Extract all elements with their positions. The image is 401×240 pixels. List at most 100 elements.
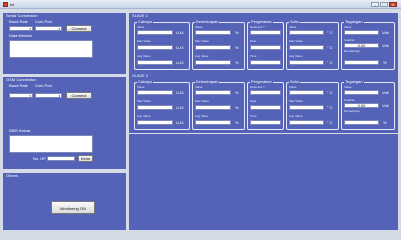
slave-1-cahaya-group: Cahaya Value LUX Max Value LUX Avg Value… xyxy=(134,19,190,70)
chevron-down-icon: ▾ xyxy=(29,27,31,31)
chevron-down-icon: ▾ xyxy=(29,94,31,98)
slave-1-date-label: Date xyxy=(250,39,257,43)
slave-1-kuadrat-label: Kuadrat xyxy=(344,38,355,42)
sms-out-textarea[interactable] xyxy=(9,135,93,153)
slave-2-detected-field xyxy=(250,90,281,95)
slave-2-remaining-unit: % xyxy=(383,120,387,125)
window-title: txt xyxy=(10,2,15,7)
slave-1-suhu-avg-label: Avg Value xyxy=(289,54,303,58)
slave-2-pergerakan-title: Pergerakan xyxy=(250,79,273,84)
slave-2-cahaya-title: Cahaya xyxy=(137,79,153,84)
gsm-com-select[interactable]: ▾ xyxy=(35,93,62,98)
slave-1-tegangan-value-label: Value xyxy=(344,25,352,29)
slave-2-kelembapan-max-field xyxy=(195,105,231,110)
slave-1-suhu-max-label: Max Value xyxy=(289,39,303,43)
slave-2-suhu-title: Suhu xyxy=(289,79,301,84)
slave-2-kelembapan-max-unit: % xyxy=(235,105,239,110)
slave-1-tegangan-volt-unit: Volt xyxy=(382,30,389,35)
chevron-down-icon: ▾ xyxy=(58,27,60,31)
slave-1-cahaya-value-label: Value xyxy=(137,25,145,29)
raw-data-textarea[interactable] xyxy=(9,40,93,58)
slave-1-kelembapan-avg-unit: % xyxy=(235,60,239,65)
slave-2-panel: SLAVE 2 Cahaya Value LUX Max Value LUX A… xyxy=(129,73,398,133)
slave-1-kuadrat-field: 0.00 xyxy=(344,43,379,48)
slave-2-kelembapan-group: Kelembapan Value % Max Value % Avg Value… xyxy=(192,80,245,130)
slave-1-cahaya-avg-unit: LUX xyxy=(176,60,184,65)
slave-1-pergerakan-group: Pergerakan Detected ? Date Time xyxy=(247,19,284,70)
slave-1-cahaya-avg-field xyxy=(137,60,173,65)
slave-2-suhu-group: Suhu Value ° C Max Value ° C Avg Value °… xyxy=(286,79,339,130)
slave-2-tegangan-value-label: Value xyxy=(344,85,352,89)
slave-2-kelembapan-max-label: Max Value xyxy=(195,99,209,103)
send-sms-button[interactable]: Kirim xyxy=(78,155,93,162)
slave-1-title: SLAVE 1 xyxy=(131,13,149,18)
slave-1-suhu-max-field xyxy=(289,45,324,50)
slave-1-kelembapan-avg-label: Avg Value xyxy=(195,54,209,58)
slave-1-cahaya-max-field xyxy=(137,45,173,50)
slave-1-kelembapan-title: Kelembapan xyxy=(195,19,220,24)
slave-2-kelembapan-value-label: Value xyxy=(195,85,203,89)
gsm-com-label: Com Port xyxy=(35,83,52,88)
slave-1-suhu-title: Suhu xyxy=(289,19,301,24)
phone-number-input[interactable] xyxy=(47,156,75,161)
slave-2-cahaya-value-label: Value xyxy=(137,85,145,89)
slave-2-tegangan-title: Tegangan xyxy=(344,79,364,84)
slave-2-tegangan-group: Tegangan Value Volt Kuadrat 0.00 Volt Re… xyxy=(341,79,395,130)
status-strip xyxy=(0,233,401,240)
slave-1-kelembapan-avg-field xyxy=(195,60,231,65)
slave-2-cahaya-group: Cahaya Value LUX Max Value LUX Avg Value… xyxy=(134,79,190,130)
gsm-connection-panel: GSM Connection Baud Rate Com Port ▾ ▾ Co… xyxy=(3,77,126,169)
serial-com-label: Com Port xyxy=(35,19,52,24)
slave-1-suhu-avg-unit: ° C xyxy=(327,60,333,65)
slave-2-cahaya-max-field xyxy=(137,105,173,110)
slave-1-remaining-label: Remainings xyxy=(344,49,360,53)
slave-2-cahaya-avg-field xyxy=(137,120,173,125)
slave-1-suhu-value-label: Value xyxy=(289,25,297,29)
serial-baud-select[interactable]: ▾ xyxy=(9,26,33,31)
slave-2-pergerakan-group: Pergerakan Detected ? Date Time xyxy=(247,79,284,130)
slave-2-kelembapan-avg-field xyxy=(195,120,231,125)
slave-2-cahaya-value-field xyxy=(137,90,173,95)
slave-1-date-field xyxy=(250,45,281,50)
slave-2-tegangan-volt-unit: Volt xyxy=(382,90,389,95)
slave-2-detected-label: Detected ? xyxy=(250,85,265,89)
slave-1-kelembapan-group: Kelembapan Value % Max Value % Avg Value… xyxy=(192,19,245,70)
slave-2-suhu-avg-label: Avg Value xyxy=(289,114,303,118)
slave-2-kuadrat-field: 0.00 xyxy=(344,103,379,108)
slave-2-suhu-value-field xyxy=(289,90,324,95)
slave-1-suhu-group: Suhu Value ° C Max Value ° C Avg Value °… xyxy=(286,19,339,70)
slave-1-cahaya-title: Cahaya xyxy=(137,19,153,24)
slave-1-kelembapan-max-field xyxy=(195,45,231,50)
slave-2-cahaya-avg-unit: LUX xyxy=(176,120,184,125)
phone-number-label: No. HP xyxy=(33,156,46,161)
slave-2-suhu-avg-unit: ° C xyxy=(327,120,333,125)
slave-1-pergerakan-title: Pergerakan xyxy=(250,19,273,24)
app-window: txt – □ x Serial Connection Baud Rate Co… xyxy=(0,0,401,240)
slave-1-kuadrat-volt-unit: Volt xyxy=(382,43,389,48)
serial-connection-panel: Serial Connection Baud Rate Com Port ▾ ▾… xyxy=(3,13,126,74)
serial-baud-label: Baud Rate xyxy=(9,19,28,24)
slave-2-cahaya-unit: LUX xyxy=(176,90,184,95)
serial-connect-button[interactable]: Connect xyxy=(66,25,92,32)
close-button[interactable]: x xyxy=(389,2,397,7)
slave-2-kelembapan-avg-label: Avg Value xyxy=(195,114,209,118)
slave-1-remaining-field xyxy=(344,60,379,65)
slave-1-suhu-avg-field xyxy=(289,60,324,65)
slave-1-suhu-unit: ° C xyxy=(327,30,333,35)
serial-connection-title: Serial Connection xyxy=(5,13,39,18)
slave-2-suhu-max-field xyxy=(289,105,324,110)
gsm-connect-button[interactable]: Connect xyxy=(66,92,92,99)
gsm-baud-select[interactable]: ▾ xyxy=(9,93,33,98)
slave-2-suhu-value-label: Value xyxy=(289,85,297,89)
minimize-button[interactable]: – xyxy=(371,2,379,7)
slave-2-date-label: Date xyxy=(250,99,257,103)
maximize-button[interactable]: □ xyxy=(380,2,388,7)
slave-1-suhu-max-unit: ° C xyxy=(327,45,333,50)
others-title: Others xyxy=(5,173,20,178)
slave-1-kelembapan-value-label: Value xyxy=(195,25,203,29)
slave-2-date-field xyxy=(250,105,281,110)
slave-2-kelembapan-value-field xyxy=(195,90,231,95)
monitoring-button[interactable]: Monitoring ON xyxy=(51,201,95,214)
serial-com-select[interactable]: ▾ xyxy=(35,26,62,31)
slave-2-kelembapan-avg-unit: % xyxy=(235,120,239,125)
